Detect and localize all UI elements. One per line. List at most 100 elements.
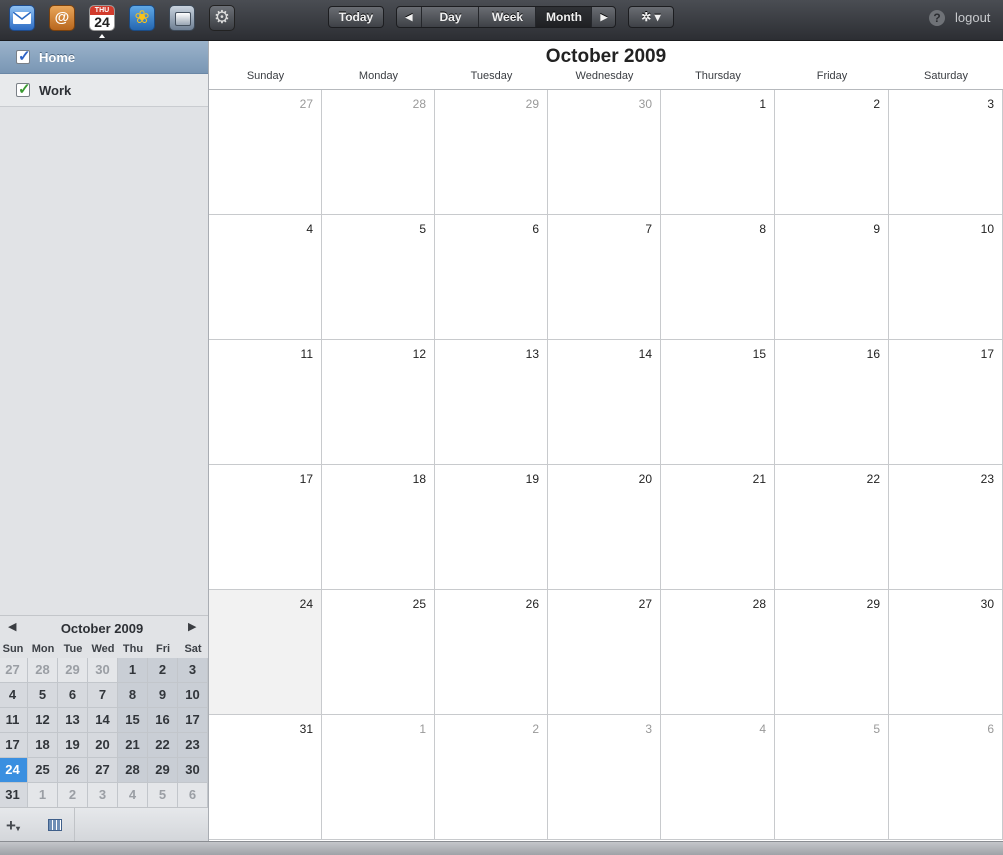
mini-day[interactable]: 21 — [118, 733, 148, 758]
gear-menu-button[interactable]: ✲ ▾ — [628, 6, 674, 28]
day-cell[interactable]: 27 — [548, 590, 661, 715]
next-period-button[interactable]: ▶ — [591, 7, 615, 27]
mini-day[interactable]: 28 — [28, 658, 58, 683]
mini-day[interactable]: 30 — [88, 658, 118, 683]
mini-day[interactable]: 30 — [178, 758, 208, 783]
mini-day[interactable]: 29 — [58, 658, 88, 683]
mini-day[interactable]: 15 — [118, 708, 148, 733]
day-cell[interactable]: 29 — [775, 590, 889, 715]
day-cell[interactable]: 3 — [889, 90, 1003, 215]
day-cell[interactable]: 28 — [322, 90, 435, 215]
mini-day[interactable]: 11 — [0, 708, 28, 733]
calendar-icon[interactable]: THU 24 — [89, 5, 115, 31]
day-cell[interactable]: 12 — [322, 340, 435, 465]
day-cell[interactable]: 23 — [889, 465, 1003, 590]
mail-icon[interactable] — [9, 5, 35, 31]
mini-next-month-button[interactable]: ▶ — [188, 620, 196, 633]
calendar-item-work[interactable]: ✓ Work — [0, 74, 208, 107]
mini-day[interactable]: 17 — [0, 733, 28, 758]
day-cell[interactable]: 25 — [322, 590, 435, 715]
day-cell[interactable]: 1 — [322, 715, 435, 840]
mini-day[interactable]: 1 — [118, 658, 148, 683]
mini-day[interactable]: 28 — [118, 758, 148, 783]
day-cell[interactable]: 13 — [435, 340, 548, 465]
help-icon[interactable]: ? — [929, 10, 945, 26]
mini-day-today[interactable]: 24 — [0, 758, 28, 783]
day-cell[interactable]: 6 — [889, 715, 1003, 840]
prev-period-button[interactable]: ◀ — [397, 7, 421, 27]
day-cell[interactable]: 5 — [775, 715, 889, 840]
day-cell[interactable]: 5 — [322, 215, 435, 340]
day-cell[interactable]: 4 — [209, 215, 322, 340]
mini-day[interactable]: 2 — [148, 658, 178, 683]
day-cell[interactable]: 28 — [661, 590, 775, 715]
mini-day[interactable]: 2 — [58, 783, 88, 808]
day-cell[interactable]: 16 — [775, 340, 889, 465]
mini-day[interactable]: 3 — [178, 658, 208, 683]
day-cell[interactable]: 11 — [209, 340, 322, 465]
day-cell[interactable]: 8 — [661, 215, 775, 340]
day-cell[interactable]: 22 — [775, 465, 889, 590]
day-cell[interactable]: 18 — [322, 465, 435, 590]
day-cell[interactable]: 10 — [889, 215, 1003, 340]
day-cell[interactable]: 20 — [548, 465, 661, 590]
mini-day[interactable]: 7 — [88, 683, 118, 708]
mini-day[interactable]: 4 — [118, 783, 148, 808]
day-cell[interactable]: 2 — [435, 715, 548, 840]
mini-day[interactable]: 10 — [178, 683, 208, 708]
add-calendar-button[interactable]: +▾ — [6, 816, 20, 836]
mini-day[interactable]: 18 — [28, 733, 58, 758]
mini-day[interactable]: 14 — [88, 708, 118, 733]
mini-day[interactable]: 5 — [28, 683, 58, 708]
mini-day[interactable]: 6 — [58, 683, 88, 708]
day-view-button[interactable]: Day — [421, 7, 479, 27]
mini-day[interactable]: 27 — [88, 758, 118, 783]
day-cell[interactable]: 30 — [889, 590, 1003, 715]
day-cell[interactable]: 17 — [889, 340, 1003, 465]
day-cell[interactable]: 30 — [548, 90, 661, 215]
month-view-button[interactable]: Month — [535, 7, 592, 27]
day-cell[interactable]: 3 — [548, 715, 661, 840]
day-cell[interactable]: 29 — [435, 90, 548, 215]
day-cell[interactable]: 27 — [209, 90, 322, 215]
mini-day[interactable]: 26 — [58, 758, 88, 783]
day-cell[interactable]: 4 — [661, 715, 775, 840]
mini-day[interactable]: 5 — [148, 783, 178, 808]
day-cell-today[interactable]: 24 — [209, 590, 322, 715]
mini-day[interactable]: 27 — [0, 658, 28, 683]
mini-day[interactable]: 4 — [0, 683, 28, 708]
mini-day[interactable]: 6 — [178, 783, 208, 808]
mini-day[interactable]: 23 — [178, 733, 208, 758]
day-cell[interactable]: 14 — [548, 340, 661, 465]
day-cell[interactable]: 19 — [435, 465, 548, 590]
mini-day[interactable]: 1 — [28, 783, 58, 808]
day-cell[interactable]: 1 — [661, 90, 775, 215]
calendar-checkbox-home[interactable]: ✓ — [16, 48, 31, 65]
day-cell[interactable]: 31 — [209, 715, 322, 840]
mini-day[interactable]: 16 — [148, 708, 178, 733]
day-cell[interactable]: 2 — [775, 90, 889, 215]
mini-day[interactable]: 19 — [58, 733, 88, 758]
day-cell[interactable]: 6 — [435, 215, 548, 340]
calendar-checkbox-work[interactable]: ✓ — [16, 81, 31, 98]
day-cell[interactable]: 7 — [548, 215, 661, 340]
settings-icon[interactable]: ⚙ — [209, 5, 235, 31]
today-button[interactable]: Today — [328, 6, 384, 28]
day-cell[interactable]: 9 — [775, 215, 889, 340]
mini-day[interactable]: 8 — [118, 683, 148, 708]
mini-day[interactable]: 31 — [0, 783, 28, 808]
day-cell[interactable]: 26 — [435, 590, 548, 715]
mini-day[interactable]: 25 — [28, 758, 58, 783]
logout-link[interactable]: logout — [955, 10, 990, 25]
mini-day[interactable]: 17 — [178, 708, 208, 733]
day-cell[interactable]: 17 — [209, 465, 322, 590]
idisk-icon[interactable] — [169, 5, 195, 31]
mini-day[interactable]: 3 — [88, 783, 118, 808]
day-cell[interactable]: 21 — [661, 465, 775, 590]
week-view-button[interactable]: Week — [478, 7, 536, 27]
calendar-item-home[interactable]: ✓ Home — [0, 41, 208, 74]
mini-day[interactable]: 9 — [148, 683, 178, 708]
day-cell[interactable]: 15 — [661, 340, 775, 465]
mini-day[interactable]: 22 — [148, 733, 178, 758]
contacts-icon[interactable]: @ — [49, 5, 75, 31]
